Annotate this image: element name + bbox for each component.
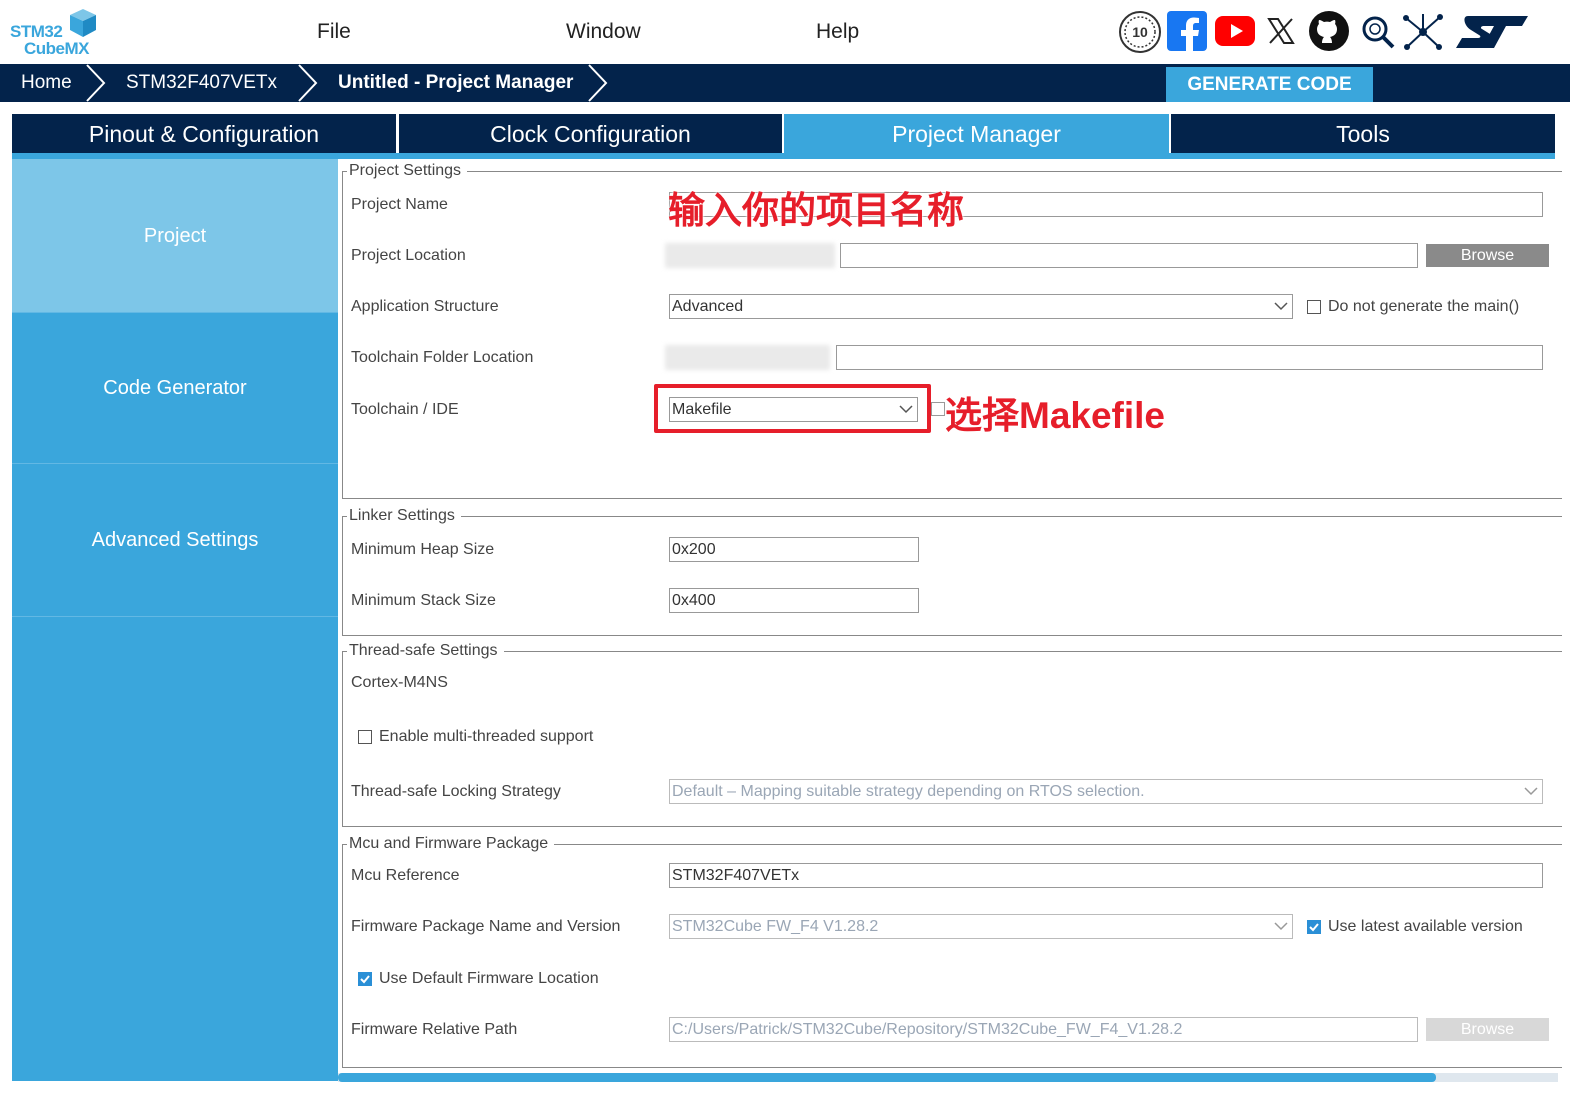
firmware-package-select[interactable]: STM32Cube FW_F4 V1.28.2 <box>669 914 1293 939</box>
sidebar-item-advanced-settings[interactable]: Advanced Settings <box>12 464 338 617</box>
project-settings-panel: Project Settings Project Name Project Lo… <box>338 159 1562 1071</box>
breadcrumb-current: Untitled - Project Manager <box>338 72 574 93</box>
menu-help[interactable]: Help <box>816 20 859 44</box>
project-settings-title: Project Settings <box>347 162 468 180</box>
scrollbar-thumb[interactable] <box>338 1073 1436 1082</box>
use-latest-version-checkbox[interactable] <box>1307 920 1321 934</box>
use-default-firmware-location-label: Use Default Firmware Location <box>379 970 599 987</box>
breadcrumb-device[interactable]: STM32F407VETx <box>126 64 277 102</box>
st-logo-icon[interactable] <box>1454 14 1530 50</box>
sidebar-item-project[interactable]: Project <box>12 159 338 313</box>
breadcrumb-home[interactable]: Home <box>21 64 72 102</box>
min-heap-input[interactable]: 0x200 <box>669 537 919 562</box>
svg-text:10: 10 <box>1132 24 1148 40</box>
menu-window[interactable]: Window <box>566 20 641 44</box>
breadcrumb-chevron-icon <box>86 64 106 102</box>
locking-strategy-label: Thread-safe Locking Strategy <box>351 783 561 800</box>
firmware-path-browse-button[interactable]: Browse <box>1426 1018 1549 1041</box>
firmware-package-value: STM32Cube FW_F4 V1.28.2 <box>672 918 879 935</box>
app-structure-label: Application Structure <box>351 298 499 315</box>
app-structure-value: Advanced <box>672 298 744 315</box>
use-latest-version-label: Use latest available version <box>1328 918 1523 935</box>
checkmark-icon <box>1309 923 1319 932</box>
breadcrumb-chevron-icon <box>298 64 318 102</box>
project-location-input[interactable] <box>840 243 1418 268</box>
firmware-package-label: Firmware Package Name and Version <box>351 918 621 935</box>
menu-bar: STM32 CubeMX File Window Help 10 <box>0 0 1570 64</box>
chevron-down-icon <box>1274 922 1288 931</box>
annotation-project-name-hint: 输入你的项目名称 <box>668 190 964 231</box>
sidebar: Project Code Generator Advanced Settings <box>12 159 338 1081</box>
toolchain-folder-input[interactable] <box>836 345 1543 370</box>
linker-settings-title: Linker Settings <box>347 507 461 525</box>
horizontal-scrollbar[interactable] <box>338 1073 1558 1082</box>
linker-settings-group: Linker Settings Minimum Heap Size 0x200 … <box>342 507 1562 636</box>
toolchain-generate-under-root-checkbox[interactable] <box>931 402 945 416</box>
toolbar-icons: 10 <box>1118 10 1538 54</box>
checkmark-icon <box>360 975 370 984</box>
mcu-reference-input[interactable]: STM32F407VETx <box>669 863 1543 888</box>
core-label: Cortex-M4NS <box>351 674 448 691</box>
community-search-icon[interactable] <box>1360 14 1396 50</box>
min-heap-label: Minimum Heap Size <box>351 541 495 558</box>
tab-project-manager[interactable]: Project Manager <box>784 114 1169 154</box>
mcu-firmware-group: Mcu and Firmware Package Mcu Reference S… <box>342 835 1562 1068</box>
tab-pinout-configuration[interactable]: Pinout & Configuration <box>12 114 396 154</box>
toolchain-folder-blurred <box>665 345 830 370</box>
generate-code-button[interactable]: GENERATE CODE <box>1166 67 1373 102</box>
locking-strategy-value: Default – Mapping suitable strategy depe… <box>672 783 1145 800</box>
menu-file[interactable]: File <box>317 20 351 44</box>
do-not-generate-main-label: Do not generate the main() <box>1328 298 1520 315</box>
annotation-makefile-hint: 选择Makefile <box>945 395 1166 436</box>
youtube-icon[interactable] <box>1214 14 1256 48</box>
breadcrumb-chevron-icon <box>588 64 608 102</box>
use-default-firmware-location-checkbox[interactable] <box>358 972 372 986</box>
annotation-highlight-box <box>654 384 931 433</box>
cubemx-window: STM32 CubeMX File Window Help 10 Home ST… <box>0 0 1570 1096</box>
locking-strategy-select[interactable]: Default – Mapping suitable strategy depe… <box>669 779 1543 804</box>
chevron-down-icon <box>1274 302 1288 311</box>
project-location-browse-button[interactable]: Browse <box>1426 244 1549 267</box>
github-icon[interactable] <box>1308 10 1350 52</box>
app-structure-select[interactable]: Advanced <box>669 294 1293 319</box>
logo-text-cubemx: CubeMX <box>24 39 90 58</box>
cube-icon <box>70 9 96 37</box>
x-icon[interactable] <box>1266 16 1296 46</box>
network-icon[interactable] <box>1402 12 1444 52</box>
firmware-relative-path-label: Firmware Relative Path <box>351 1021 518 1038</box>
main-tabs: Pinout & Configuration Clock Configurati… <box>12 114 1555 154</box>
mcu-reference-label: Mcu Reference <box>351 867 460 884</box>
tab-clock-configuration[interactable]: Clock Configuration <box>399 114 782 154</box>
stm32cubemx-logo: STM32 CubeMX <box>10 6 100 60</box>
anniversary-10-icon[interactable]: 10 <box>1118 10 1162 54</box>
chevron-down-icon <box>1524 787 1538 796</box>
multi-thread-label: Enable multi-threaded support <box>379 728 594 745</box>
facebook-icon[interactable] <box>1166 10 1208 52</box>
thread-safe-settings-title: Thread-safe Settings <box>347 642 504 660</box>
min-stack-label: Minimum Stack Size <box>351 592 496 609</box>
min-stack-input[interactable]: 0x400 <box>669 588 919 613</box>
multi-thread-checkbox[interactable] <box>358 730 372 744</box>
breadcrumb: Home STM32F407VETx Untitled - Project Ma… <box>0 64 1570 102</box>
toolchain-ide-label: Toolchain / IDE <box>351 401 459 418</box>
tab-tools[interactable]: Tools <box>1171 114 1555 154</box>
firmware-relative-path-input[interactable]: C:/Users/Patrick/STM32Cube/Repository/ST… <box>669 1017 1418 1042</box>
project-name-label: Project Name <box>351 196 448 213</box>
do-not-generate-main-checkbox[interactable] <box>1307 300 1321 314</box>
sidebar-item-code-generator[interactable]: Code Generator <box>12 313 338 464</box>
project-location-blurred <box>665 243 835 268</box>
toolchain-folder-label: Toolchain Folder Location <box>351 349 534 366</box>
project-location-label: Project Location <box>351 247 466 264</box>
mcu-firmware-title: Mcu and Firmware Package <box>347 835 555 853</box>
thread-safe-settings-group: Thread-safe Settings Cortex-M4NS Enable … <box>342 642 1562 827</box>
